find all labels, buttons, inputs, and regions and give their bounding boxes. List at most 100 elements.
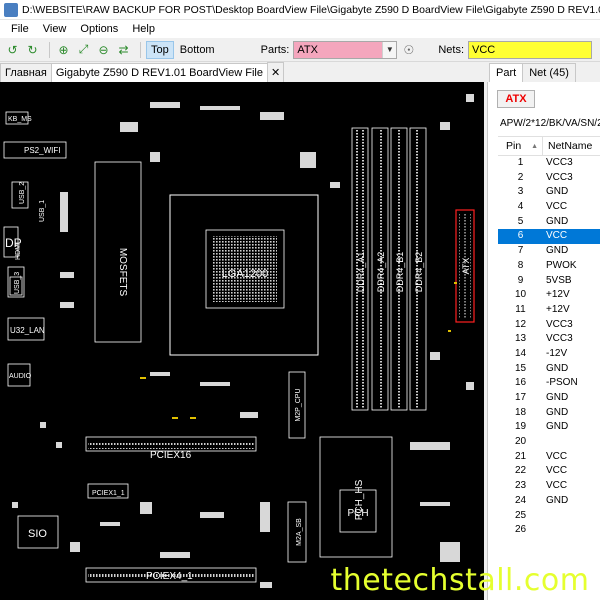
chevron-down-icon[interactable]: ▼ <box>382 41 397 58</box>
table-row[interactable]: 8 PWOK <box>498 259 600 274</box>
pin-number: 17 <box>514 392 527 403</box>
rotate-right-icon[interactable]: ↻ <box>24 41 41 58</box>
table-row[interactable]: 20 <box>498 435 600 450</box>
rotate-left-icon[interactable]: ↺ <box>4 41 21 58</box>
menu-bar: File View Options Help <box>0 20 600 38</box>
net-name: GND <box>546 406 569 418</box>
light-bulb-icon[interactable]: ☉ <box>400 41 417 58</box>
label-audio: AUDIO <box>9 373 32 380</box>
label-pch: PCH <box>347 508 368 519</box>
net-name: VCC3 <box>546 157 573 168</box>
net-name <box>543 523 600 538</box>
pin-number: 13 <box>514 333 527 345</box>
table-row[interactable]: 16 -PSON <box>498 376 600 391</box>
table-row[interactable]: 7 GND <box>498 244 600 259</box>
pin-number: 8 <box>517 259 524 271</box>
table-row[interactable]: 19 GND <box>498 420 600 435</box>
parts-input[interactable] <box>294 41 383 58</box>
table-row[interactable]: 2 VCC3 <box>498 171 600 186</box>
top-side-button[interactable]: Top <box>146 40 174 59</box>
window-title: D:\WEBSITE\RAW BACKUP FOR POST\Desktop B… <box>22 3 600 16</box>
pin-number: 1 <box>517 157 524 168</box>
table-row[interactable]: 23 VCC <box>498 479 600 494</box>
table-row[interactable]: 15 GND <box>498 362 600 377</box>
net-name: VCC3 <box>546 171 573 183</box>
pin-number: 16 <box>514 377 527 389</box>
table-row[interactable]: 3 GND <box>498 185 600 200</box>
column-header-pin[interactable]: Pin ▲ <box>498 137 543 155</box>
table-row[interactable]: 5 GND <box>498 215 600 230</box>
menu-help[interactable]: Help <box>125 23 162 35</box>
pin-number: 11 <box>515 303 526 315</box>
zoom-out-icon[interactable]: ⊖ <box>95 41 112 58</box>
table-row[interactable]: 1 VCC3 <box>498 156 600 171</box>
table-row[interactable]: 13 VCC3 <box>498 332 600 347</box>
pciex16-pins <box>88 443 254 449</box>
menu-file[interactable]: File <box>4 23 36 35</box>
toolbar-separator <box>140 41 141 58</box>
net-name: VCC3 <box>546 318 573 330</box>
net-name: -12V <box>546 347 568 359</box>
table-row[interactable]: 4 VCC <box>498 200 600 215</box>
label-u32-lan: U32_LAN <box>10 326 45 335</box>
table-row[interactable]: 26 <box>498 523 600 538</box>
tab-home[interactable]: Главная <box>0 63 52 82</box>
nets-input[interactable] <box>469 41 592 58</box>
net-name: VCC <box>546 201 568 213</box>
table-row[interactable]: 21 VCC <box>498 450 600 465</box>
pin-number: 23 <box>514 480 527 492</box>
table-row[interactable]: 17 GND <box>498 391 600 406</box>
net-name: 5VSB <box>546 274 572 286</box>
net-name: VCC <box>546 230 568 242</box>
pin-number: 6 <box>517 230 524 242</box>
table-row[interactable]: 14 -12V <box>498 347 600 362</box>
table-row[interactable]: 6 VCC <box>498 229 600 245</box>
net-name: VCC <box>546 465 568 477</box>
tab-boardview-file[interactable]: Gigabyte Z590 D REV1.01 BoardView File <box>50 63 268 82</box>
document-tabs: Главная Gigabyte Z590 D REV1.01 BoardVie… <box>0 62 484 82</box>
net-name: -PSON <box>546 377 578 389</box>
pin-number: 22 <box>514 465 527 477</box>
zoom-fit-icon[interactable]: ⤢ <box>75 41 92 58</box>
table-row[interactable]: 12 VCC3 <box>498 318 600 333</box>
label-ddr4-b1: DDR4_B1 <box>395 252 405 293</box>
parts-combobox[interactable]: ▼ <box>293 40 398 59</box>
nets-label: Nets: <box>438 43 465 56</box>
pin-number: 25 <box>514 509 527 521</box>
label-cpu-socket: LGA1200 <box>222 268 268 280</box>
net-name: GND <box>546 245 569 257</box>
board-canvas[interactable]: KB_MS PS2_WIFI USB_2 DP HDMI USB_3 USB_1… <box>0 82 484 600</box>
label-ps2-wifi: PS2_WIFI <box>24 146 60 155</box>
table-row[interactable]: 24 GND <box>498 494 600 509</box>
close-icon[interactable]: ✕ <box>266 62 285 82</box>
table-row[interactable]: 10 +12V <box>498 288 600 303</box>
label-m2a-sb: M2A_SB <box>296 518 303 546</box>
pin-number: 19 <box>514 421 527 433</box>
table-row[interactable]: 18 GND <box>498 406 600 421</box>
column-header-netname[interactable]: NetName <box>543 137 600 155</box>
nets-combobox[interactable] <box>468 40 593 59</box>
tab-net[interactable]: Net (45) <box>522 63 576 82</box>
label-hdmi: HDMI <box>15 242 22 260</box>
pin-number: 14 <box>514 347 527 359</box>
zoom-in-icon[interactable]: ⊕ <box>55 41 72 58</box>
label-sio: SIO <box>28 528 47 540</box>
menu-options[interactable]: Options <box>73 23 125 35</box>
table-row[interactable]: 22 VCC <box>498 464 600 479</box>
pin-number: 9 <box>517 274 524 286</box>
net-name: GND <box>546 421 569 433</box>
pin-table-rows: 1 VCC3 2 VCC3 3 GND 4 VCC 5 GND 6 VCC 7 GND 8 PWOK 9 5VSB… <box>498 156 600 538</box>
tab-part[interactable]: Part <box>489 63 524 82</box>
label-mosfets: MOSFETS <box>117 248 128 297</box>
label-usb-1: USB_1 <box>39 200 46 222</box>
table-row[interactable]: 11 +12V <box>498 303 600 318</box>
net-name: GND <box>546 392 569 403</box>
menu-view[interactable]: View <box>36 23 74 35</box>
component-pads <box>12 94 474 588</box>
bottom-side-button[interactable]: Bottom <box>176 41 219 59</box>
flip-icon[interactable]: ⇄ <box>115 41 132 58</box>
pin-number: 24 <box>514 494 527 506</box>
net-name: VCC <box>546 480 568 492</box>
table-row[interactable]: 25 <box>498 509 600 524</box>
table-row[interactable]: 9 5VSB <box>498 274 600 289</box>
